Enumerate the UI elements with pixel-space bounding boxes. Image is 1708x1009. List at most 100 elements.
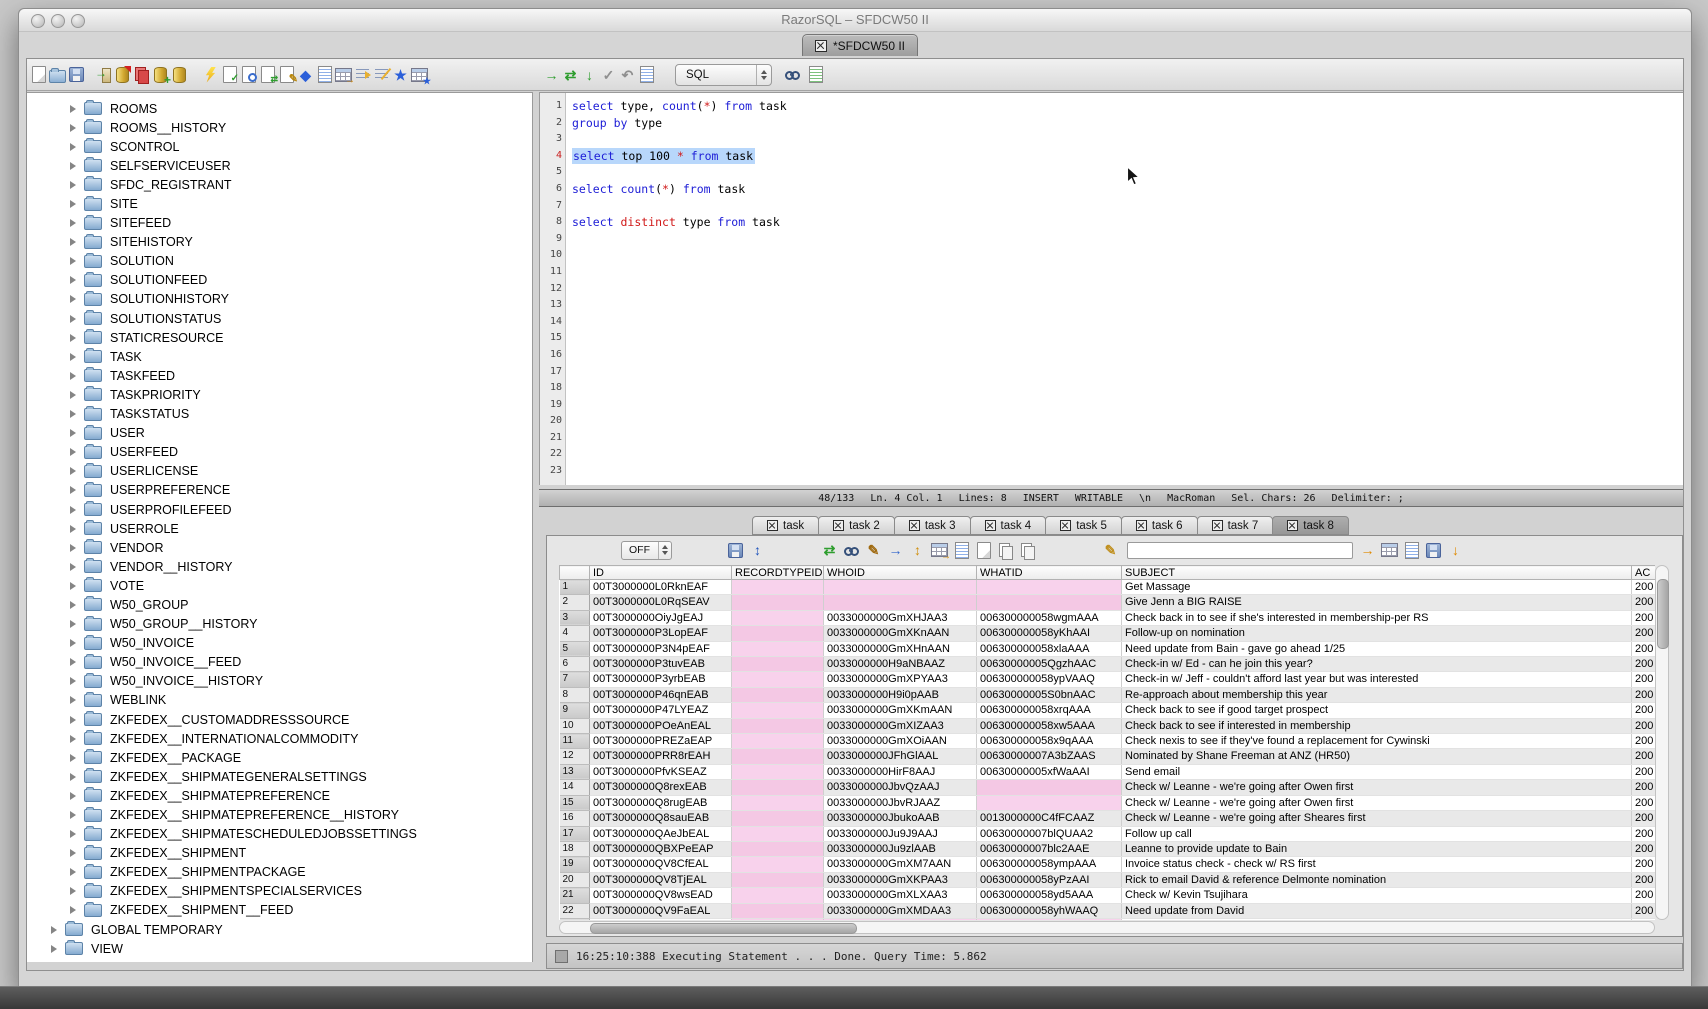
result-tab-task-3[interactable]: task 3 <box>894 516 971 535</box>
grid-cell[interactable]: 200 <box>1632 626 1656 641</box>
sidebar-item-sitefeed[interactable]: SITEFEED <box>27 214 532 233</box>
table-row[interactable]: 200T3000000L0RqSEAVGive Jenn a BIG RAISE… <box>560 595 1656 610</box>
sidebar-item-global-temporary[interactable]: GLOBAL TEMPORARY <box>27 920 532 939</box>
view-row-icon[interactable] <box>843 542 860 559</box>
grid-cell[interactable]: 00T3000000QV8TjEAL <box>590 872 732 887</box>
grid-cell[interactable]: 200 <box>1632 641 1656 656</box>
grid-cell[interactable]: 0013000000C4fFCAAZ <box>977 811 1122 826</box>
grid-cell[interactable]: 200 <box>1632 703 1656 718</box>
export-table-icon[interactable] <box>335 66 352 83</box>
vertical-scrollbar-thumb[interactable] <box>1657 579 1669 649</box>
sidebar-item-vote[interactable]: VOTE <box>27 576 532 595</box>
result-notes-icon[interactable] <box>1403 542 1420 559</box>
preview-lookup-icon[interactable] <box>784 66 801 83</box>
sql-code-area[interactable]: select type, count(*) from taskgroup by … <box>566 93 787 485</box>
sidebar-item-zkfedex-shipmatepreference-history[interactable]: ZKFEDEX__SHIPMATEPREFERENCE__HISTORY <box>27 805 532 824</box>
close-tab-icon[interactable] <box>1136 520 1147 531</box>
title-bar[interactable]: RazorSQL – SFDCW50 II <box>19 9 1691 32</box>
disclosure-triangle-icon[interactable] <box>70 639 76 647</box>
grid-cell[interactable]: 00T3000000QV8CfEAL <box>590 857 732 872</box>
disclosure-triangle-icon[interactable] <box>70 391 76 399</box>
close-tab-icon[interactable] <box>833 520 844 531</box>
table-row[interactable]: 2000T3000000QV8TjEAL0033000000GmXKPAA300… <box>560 872 1656 887</box>
sidebar-item-solutionfeed[interactable]: SOLUTIONFEED <box>27 271 532 290</box>
disclosure-triangle-icon[interactable] <box>70 162 76 170</box>
grid-cell[interactable]: 00T3000000P47LYEAZ <box>590 703 732 718</box>
grid-cell[interactable]: 00630000005QgzhAAC <box>977 657 1122 672</box>
grid-cell[interactable] <box>824 580 977 595</box>
grid-cell[interactable]: 00T3000000PfvKSEAZ <box>590 764 732 779</box>
grid-cell[interactable]: 006300000058ympAAA <box>977 857 1122 872</box>
document-tab[interactable]: *SFDCW50 II <box>802 34 918 56</box>
grid-cell[interactable] <box>732 672 824 687</box>
table-row[interactable]: 800T3000000P46qnEAB0033000000H9i0pAAB006… <box>560 687 1656 702</box>
grid-cell[interactable]: Need update from Bain - gave go ahead 1/… <box>1122 641 1632 656</box>
fetch-results-icon[interactable]: ↓ <box>581 66 598 83</box>
grid-cell[interactable]: 00630000007A3bZAAS <box>977 749 1122 764</box>
grid-cell[interactable] <box>732 718 824 733</box>
table-row[interactable]: 600T3000000P3tuvEAB0033000000H9aNBAAZ006… <box>560 657 1656 672</box>
copy-row-icon[interactable] <box>1019 542 1036 559</box>
sidebar-item-w50-invoice-history[interactable]: W50_INVOICE__HISTORY <box>27 672 532 691</box>
grid-cell[interactable]: 0033000000GmXKnAAN <box>824 626 977 641</box>
disclosure-triangle-icon[interactable] <box>70 811 76 819</box>
describe-results-icon[interactable] <box>953 542 970 559</box>
grid-cell[interactable]: 00630000005S0bnAAC <box>977 687 1122 702</box>
sidebar-item-w50-group[interactable]: W50_GROUP <box>27 595 532 614</box>
grid-cell[interactable]: Check nexis to see if they've found a re… <box>1122 734 1632 749</box>
sidebar-item-zkfedex-shipmatescheduledjobssettings[interactable]: ZKFEDEX__SHIPMATESCHEDULEDJOBSSETTINGS <box>27 825 532 844</box>
sidebar-item-w50-invoice-feed[interactable]: W50_INVOICE__FEED <box>27 653 532 672</box>
grid-cell[interactable] <box>732 872 824 887</box>
grid-cell[interactable]: 0033000000JbukoAAB <box>824 811 977 826</box>
results-filter-input[interactable] <box>1127 542 1353 559</box>
sidebar-item-zkfedex-shipmategeneralsettings[interactable]: ZKFEDEX__SHIPMATEGENERALSETTINGS <box>27 767 532 786</box>
disclosure-triangle-icon[interactable] <box>51 945 57 953</box>
table-tree[interactable]: ROOMSROOMS__HISTORYSCONTROLSELFSERVICEUS… <box>27 92 533 962</box>
grid-cell[interactable]: Send email <box>1122 764 1632 779</box>
grid-cell[interactable]: 006300000058yKhAAI <box>977 626 1122 641</box>
undo-edit-icon[interactable]: ↶ <box>619 66 636 83</box>
disclosure-triangle-icon[interactable] <box>70 200 76 208</box>
grid-cell[interactable]: 0033000000JbvQzAAJ <box>824 780 977 795</box>
sidebar-item-weblink[interactable]: WEBLINK <box>27 691 532 710</box>
grid-cell[interactable] <box>977 795 1122 810</box>
grid-cell[interactable]: 00T3000000Q8rexEAB <box>590 780 732 795</box>
disclosure-triangle-icon[interactable] <box>70 620 76 628</box>
grid-cell[interactable]: 006300000058xlaAAA <box>977 641 1122 656</box>
table-row[interactable]: 1200T3000000PRR8rEAH0033000000JFhGlAAL00… <box>560 749 1656 764</box>
grid-cell[interactable]: 200 <box>1632 811 1656 826</box>
result-tab-task-4[interactable]: task 4 <box>970 516 1047 535</box>
sidebar-item-solution[interactable]: SOLUTION <box>27 252 532 271</box>
disclosure-triangle-icon[interactable] <box>70 238 76 246</box>
grid-cell[interactable]: 006300000058yPzAAI <box>977 872 1122 887</box>
generate-sql-icon[interactable] <box>240 66 257 83</box>
grid-cell[interactable]: Check-in w/ Ed - can he join this year? <box>1122 657 1632 672</box>
disclosure-triangle-icon[interactable] <box>70 735 76 743</box>
column-header-whoid[interactable]: WHOID <box>824 566 977 580</box>
apply-filter-icon[interactable]: → <box>1359 542 1376 559</box>
move-row-icon[interactable]: ↕ <box>909 542 926 559</box>
sidebar-item-selfserviceuser[interactable]: SELFSERVICEUSER <box>27 156 532 175</box>
result-tab-task-5[interactable]: task 5 <box>1045 516 1122 535</box>
vertical-scrollbar[interactable] <box>1655 565 1669 920</box>
grid-cell[interactable] <box>1122 918 1632 920</box>
grid-cell[interactable]: 0033000000GmXKmAAN <box>824 703 977 718</box>
sidebar-item-view[interactable]: VIEW <box>27 939 532 958</box>
disclosure-triangle-icon[interactable] <box>70 124 76 132</box>
grid-cell[interactable]: Check-in w/ Jeff - couldn't afford last … <box>1122 672 1632 687</box>
table-row[interactable]: 2100T3000000QV8wsEAD0033000000GmXLXAA300… <box>560 888 1656 903</box>
grid-cell[interactable]: 200 <box>1632 872 1656 887</box>
grid-cell[interactable] <box>977 780 1122 795</box>
grid-cell[interactable]: 00630000007blQUAA2 <box>977 826 1122 841</box>
save-grid-icon[interactable] <box>1425 542 1442 559</box>
close-tab-icon[interactable] <box>909 520 920 531</box>
stepper-icon[interactable] <box>756 65 771 85</box>
disclosure-triangle-icon[interactable] <box>70 467 76 475</box>
open-file-icon[interactable] <box>49 66 66 83</box>
sidebar-item-zkfedex-shipmentpackage[interactable]: ZKFEDEX__SHIPMENTPACKAGE <box>27 863 532 882</box>
table-row[interactable]: 900T3000000P47LYEAZ0033000000GmXKmAAN006… <box>560 703 1656 718</box>
close-button[interactable] <box>31 14 45 28</box>
edit-sql-icon[interactable] <box>278 66 295 83</box>
result-tab-task-7[interactable]: task 7 <box>1197 516 1274 535</box>
grid-cell[interactable]: 006300000058ypVAAQ <box>977 672 1122 687</box>
